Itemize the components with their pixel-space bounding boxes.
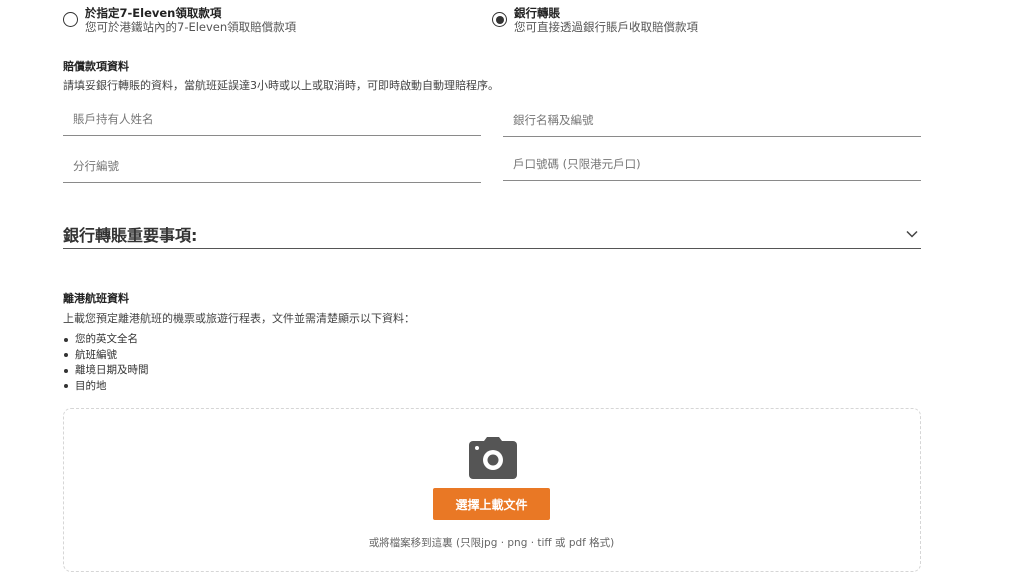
bullet (64, 384, 68, 389)
radio-bank-transfer-text: 銀行轉賬 您可直接透過銀行賬戶收取賠償款項 (514, 6, 698, 35)
branch-code-field[interactable] (63, 153, 491, 183)
compensation-heading: 賠償款項資料 (63, 60, 129, 73)
list-item: 目的地 (60, 379, 149, 395)
chevron-down-icon[interactable] (905, 227, 919, 241)
bullet (64, 337, 68, 342)
radio-7eleven[interactable] (63, 12, 78, 27)
flight-description: 上載您預定離港航班的機票或旅遊行程表，文件並需清楚顯示以下資料： (63, 312, 415, 325)
camera-icon (469, 437, 517, 479)
radio-bank-transfer[interactable] (492, 12, 507, 27)
list-item: 您的英文全名 (60, 332, 149, 348)
upload-dropzone[interactable]: 選擇上載文件 或將檔案移到這裏 (只限jpg · png · tiff 或 pd… (63, 408, 921, 572)
radio-bank-transfer-subtitle: 您可直接透過銀行賬戶收取賠償款項 (514, 20, 698, 34)
radio-selected-dot (495, 15, 504, 24)
radio-bank-transfer-title: 銀行轉賬 (514, 6, 560, 20)
accordion-title: 銀行轉賬重要事項: (63, 225, 198, 245)
requirement-text: 離境日期及時間 (75, 364, 149, 376)
branch-code-input[interactable] (63, 153, 491, 179)
requirement-text: 航班編號 (75, 348, 117, 361)
account-holder-input[interactable] (63, 106, 491, 132)
bank-name-field[interactable] (503, 107, 931, 137)
account-number-input[interactable] (503, 151, 931, 177)
account-number-field[interactable] (503, 151, 931, 181)
bullet (64, 368, 68, 373)
flight-heading: 離港航班資料 (63, 292, 129, 305)
bullet (64, 353, 68, 358)
list-item: 航班編號 (60, 348, 149, 364)
requirement-text: 您的英文全名 (75, 333, 138, 345)
bank-transfer-notes-accordion[interactable]: 銀行轉賬重要事項: (63, 219, 921, 249)
account-holder-field[interactable] (63, 106, 491, 136)
radio-7eleven-subtitle: 您可於港鐵站內的7-Eleven領取賠償款項 (85, 20, 297, 34)
radio-option-7eleven[interactable]: 於指定7-Eleven領取款項 您可於港鐵站內的7-Eleven領取賠償款項 (63, 6, 296, 35)
list-item: 離境日期及時間 (60, 363, 149, 379)
requirement-text: 目的地 (75, 379, 107, 392)
radio-7eleven-text: 於指定7-Eleven領取款項 您可於港鐵站內的7-Eleven領取賠償款項 (85, 6, 296, 35)
radio-7eleven-title: 於指定7-Eleven領取款項 (85, 6, 222, 20)
bank-name-input[interactable] (503, 107, 931, 133)
choose-file-button[interactable]: 選擇上載文件 (433, 488, 550, 520)
upload-hint: 或將檔案移到這裏 (只限jpg · png · tiff 或 pdf 格式) (368, 537, 615, 549)
radio-option-bank-transfer[interactable]: 銀行轉賬 您可直接透過銀行賬戶收取賠償款項 (492, 6, 698, 35)
requirements-list: 您的英文全名 航班編號 離境日期及時間 目的地 (60, 332, 149, 394)
compensation-description: 請填妥銀行轉賬的資料，當航班延誤達3小時或以上或取消時，可即時啟動自動理賠程序。 (63, 79, 499, 92)
